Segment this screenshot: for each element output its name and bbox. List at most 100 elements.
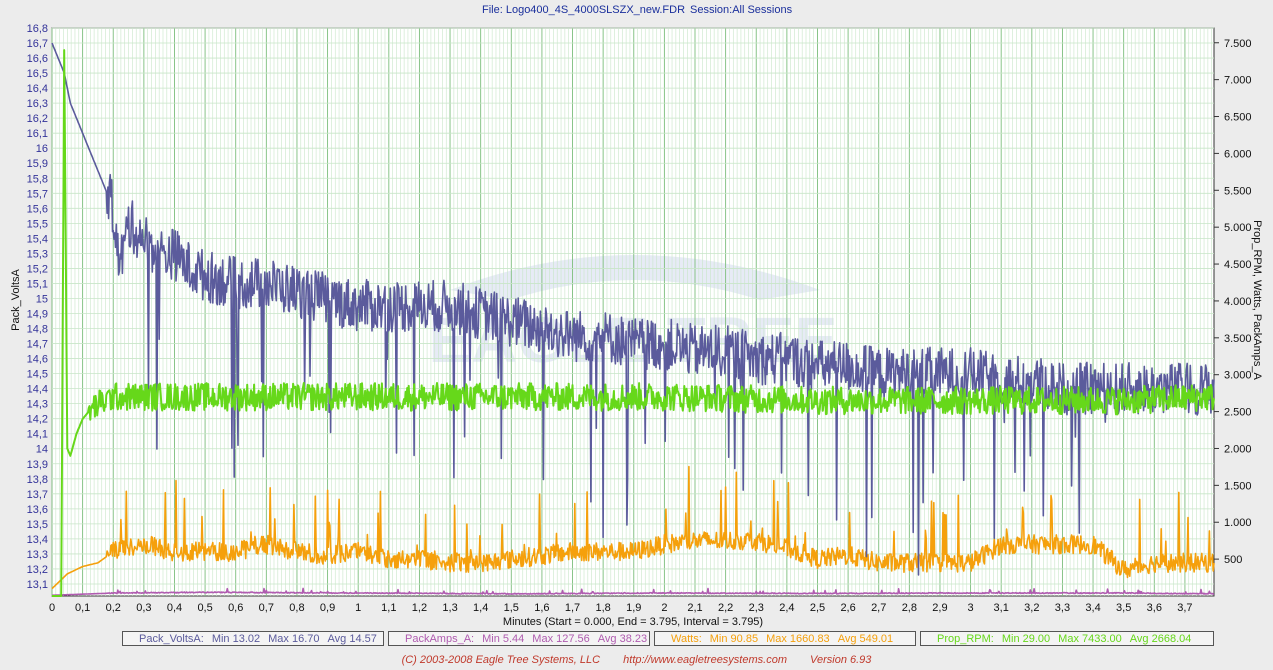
x-axis-ticks: 0 0,1 0,2 0,3 0,4 0,5 0,6 0,7 0,8 0,9 1 1,1 1,2 1,3 1,…	[49, 602, 1193, 614]
x-tick-label: 3,2	[1024, 602, 1039, 614]
x-tick-label: 2,5	[810, 602, 825, 614]
left-tick-label: 15,1	[27, 278, 48, 290]
right-tick-label: 1.000	[1224, 517, 1252, 529]
website-link[interactable]: http://www.eagletreesystems.com	[623, 654, 787, 666]
right-tick-label: 2.000	[1224, 443, 1252, 455]
legend-item-2[interactable]: Watts: Min 90.85 Max 1660.83 Avg 549.01	[654, 631, 916, 646]
x-tick-label: 1,4	[473, 602, 488, 614]
left-tick-label: 16,6	[27, 53, 48, 65]
right-tick-label: 1.500	[1224, 480, 1252, 492]
left-tick-label: 14,6	[27, 354, 48, 366]
left-tick-label: 15,8	[27, 173, 48, 185]
x-tick-label: 2,6	[840, 602, 855, 614]
legend-min: Min 29.00	[1001, 633, 1051, 645]
right-tick-label: 6.000	[1224, 148, 1252, 160]
left-tick-label: 15,7	[27, 188, 48, 200]
x-tick-label: 1,1	[381, 602, 396, 614]
legend-avg: Avg 549.01	[837, 633, 894, 645]
right-tick-label: 4.000	[1224, 296, 1252, 308]
legend-item-0[interactable]: Pack_VoltsA: Min 13.02 Max 16.70 Avg 14.57	[122, 631, 384, 646]
x-tick-label: 2,1	[687, 602, 702, 614]
left-tick-label: 13,1	[27, 579, 48, 591]
x-tick-label: 1,6	[534, 602, 549, 614]
left-tick-label: 16,2	[27, 113, 48, 125]
x-tick-label: 0,4	[167, 602, 182, 614]
x-tick-label: 0	[49, 602, 55, 614]
right-tick-label: 3.500	[1224, 333, 1252, 345]
left-tick-label: 14	[36, 444, 48, 456]
legend-min: Min 13.02	[211, 633, 261, 645]
legend-avg: Avg 2668.04	[1129, 633, 1192, 645]
left-tick-label: 13,4	[27, 534, 48, 546]
x-tick-label: 0,3	[136, 602, 151, 614]
x-tick-label: 1,9	[626, 602, 641, 614]
x-tick-label: 1,7	[565, 602, 580, 614]
right-axis-ticks: 7.500 7.000 6.500 6.000 5.500 5.000 4.500 4.000…	[1214, 38, 1252, 566]
right-tick-label: 2.500	[1224, 407, 1252, 419]
left-tick-label: 16,3	[27, 98, 48, 110]
left-tick-label: 14,3	[27, 399, 48, 411]
x-tick-label: 0,5	[197, 602, 212, 614]
x-tick-label: 2,3	[749, 602, 764, 614]
left-tick-label: 14,4	[27, 384, 48, 396]
left-tick-label: 13,2	[27, 564, 48, 576]
x-tick-label: 3,6	[1147, 602, 1162, 614]
x-tick-label: 3,3	[1055, 602, 1070, 614]
x-tick-label: 1,3	[442, 602, 457, 614]
legend-min: Min 5.44	[482, 633, 525, 645]
x-tick-label: 3,4	[1085, 602, 1100, 614]
right-tick-label: 3.000	[1224, 370, 1252, 382]
left-tick-label: 13,9	[27, 459, 48, 471]
right-tick-label: 4.500	[1224, 259, 1252, 271]
x-tick-label: 3	[968, 602, 974, 614]
legend-item-1[interactable]: PackAmps_A: Min 5.44 Max 127.56 Avg 38.23	[388, 631, 650, 646]
x-tick-label: 3,5	[1116, 602, 1131, 614]
x-tick-label: 2	[661, 602, 667, 614]
legend-item-3[interactable]: Prop_RPM: Min 29.00 Max 7433.00 Avg 2668.04	[920, 631, 1214, 646]
right-tick-label: 6.500	[1224, 112, 1252, 124]
right-tick-label: 500	[1224, 554, 1242, 566]
legend-min: Min 90.85	[709, 633, 759, 645]
chart: EAGLE TREE 16,816,716,616,516,416,316,21…	[10, 4, 1263, 628]
left-tick-label: 15,9	[27, 158, 48, 170]
legend-avg: Avg 14.57	[327, 633, 377, 645]
left-tick-label: 15,3	[27, 248, 48, 260]
session-title: Session:All Sessions	[690, 4, 793, 16]
left-tick-label: 15,6	[27, 203, 48, 215]
x-tick-label: 3,7	[1177, 602, 1192, 614]
x-tick-label: 2,2	[718, 602, 733, 614]
legend-name: Pack_VoltsA:	[139, 633, 204, 645]
x-tick-label: 0,6	[228, 602, 243, 614]
x-tick-label: 0,2	[106, 602, 121, 614]
left-tick-label: 15	[36, 293, 48, 305]
left-tick-label: 13,5	[27, 519, 48, 531]
left-tick-label: 14,8	[27, 324, 48, 336]
left-tick-label: 16,4	[27, 83, 48, 95]
left-tick-label: 14,2	[27, 414, 48, 426]
left-axis-label: Pack_VoltsA	[10, 268, 22, 330]
left-tick-label: 14,5	[27, 369, 48, 381]
left-tick-label: 15,4	[27, 233, 48, 245]
x-tick-label: 2,7	[871, 602, 886, 614]
legend-max: Max 1660.83	[766, 633, 830, 645]
left-axis-ticks: 16,8 16,7 16,6 16,5 16,4 16,3 16,2 16,1 16 15,9 15…	[27, 23, 48, 591]
x-tick-label: 3,1	[994, 602, 1009, 614]
x-tick-label: 0,7	[259, 602, 274, 614]
footer: (C) 2003-2008 Eagle Tree Systems, LLC ht…	[0, 654, 1273, 666]
right-tick-label: 7.000	[1224, 75, 1252, 87]
left-tick-label: 14,1	[27, 429, 48, 441]
left-tick-label: 16,8	[27, 23, 48, 35]
left-tick-label: 16,1	[27, 128, 48, 140]
x-tick-label: 0,8	[289, 602, 304, 614]
left-tick-label: 15,5	[27, 218, 48, 230]
version-text: Version 6.93	[810, 654, 872, 666]
x-tick-label: 1,2	[412, 602, 427, 614]
left-tick-label: 16,5	[27, 68, 48, 80]
x-axis-label: Minutes (Start = 0.000, End = 3.795, Int…	[503, 616, 763, 628]
x-tick-label: 1,5	[504, 602, 519, 614]
left-tick-label: 13,8	[27, 474, 48, 486]
legend-max: Max 7433.00	[1058, 633, 1122, 645]
x-tick-label: 2,9	[932, 602, 947, 614]
left-tick-label: 16,7	[27, 38, 48, 50]
left-tick-label: 13,6	[27, 504, 48, 516]
